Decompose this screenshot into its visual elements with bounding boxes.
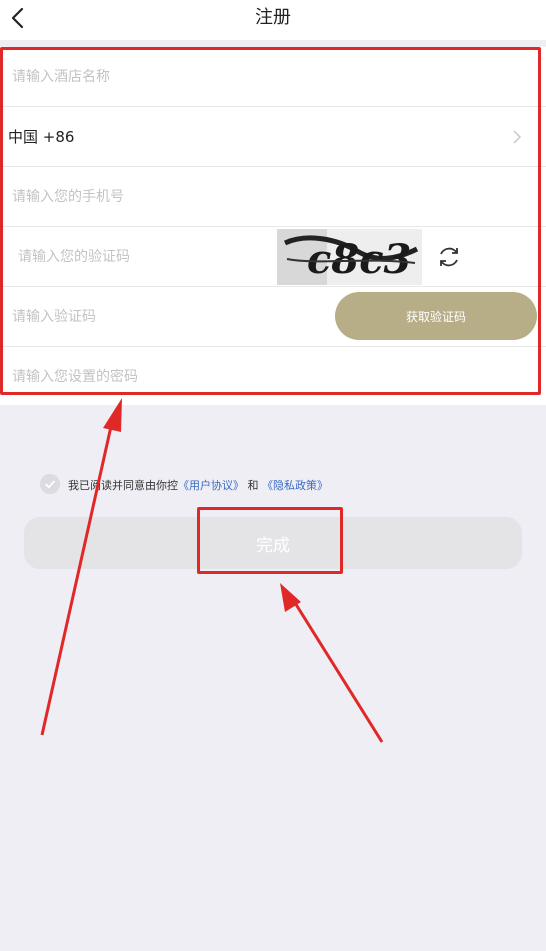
privacy-policy-link[interactable]: 《隐私政策》 [262, 479, 328, 492]
agreement-prefix: 我已阅读并同意由你控 [68, 479, 178, 492]
country-code-label: 中国 +86 [8, 128, 75, 146]
password-input[interactable] [12, 347, 322, 406]
phone-input[interactable] [12, 167, 322, 226]
annotation-arrow-right [280, 583, 384, 743]
captcha-row: c8c3 [0, 227, 546, 287]
navigation-bar: 注册 [0, 0, 546, 40]
refresh-icon[interactable] [436, 244, 462, 270]
password-row [0, 347, 546, 407]
hotel-name-row [0, 47, 546, 107]
agree-checkbox[interactable] [40, 474, 60, 494]
captcha-image[interactable]: c8c3 [277, 229, 422, 285]
submit-button[interactable]: 完成 [24, 517, 522, 569]
registration-form: 中国 +86 c8c3 获取验证码 [0, 47, 546, 407]
agreement-and: 和 [247, 479, 259, 492]
hotel-name-input[interactable] [12, 47, 322, 106]
agreement-text: 我已阅读并同意由你控《用户协议》 和 《隐私政策》 [68, 477, 328, 493]
page-title: 注册 [255, 7, 291, 28]
sms-code-row: 获取验证码 [0, 287, 546, 347]
captcha-text: c8c3 [307, 236, 411, 283]
phone-row [0, 167, 546, 227]
captcha-input[interactable] [18, 227, 268, 286]
country-code-row[interactable]: 中国 +86 [0, 107, 546, 167]
sms-code-input[interactable] [12, 287, 312, 346]
get-code-button[interactable]: 获取验证码 [335, 292, 537, 340]
user-agreement-link[interactable]: 《用户协议》 [178, 479, 244, 492]
chevron-right-icon [513, 130, 522, 144]
